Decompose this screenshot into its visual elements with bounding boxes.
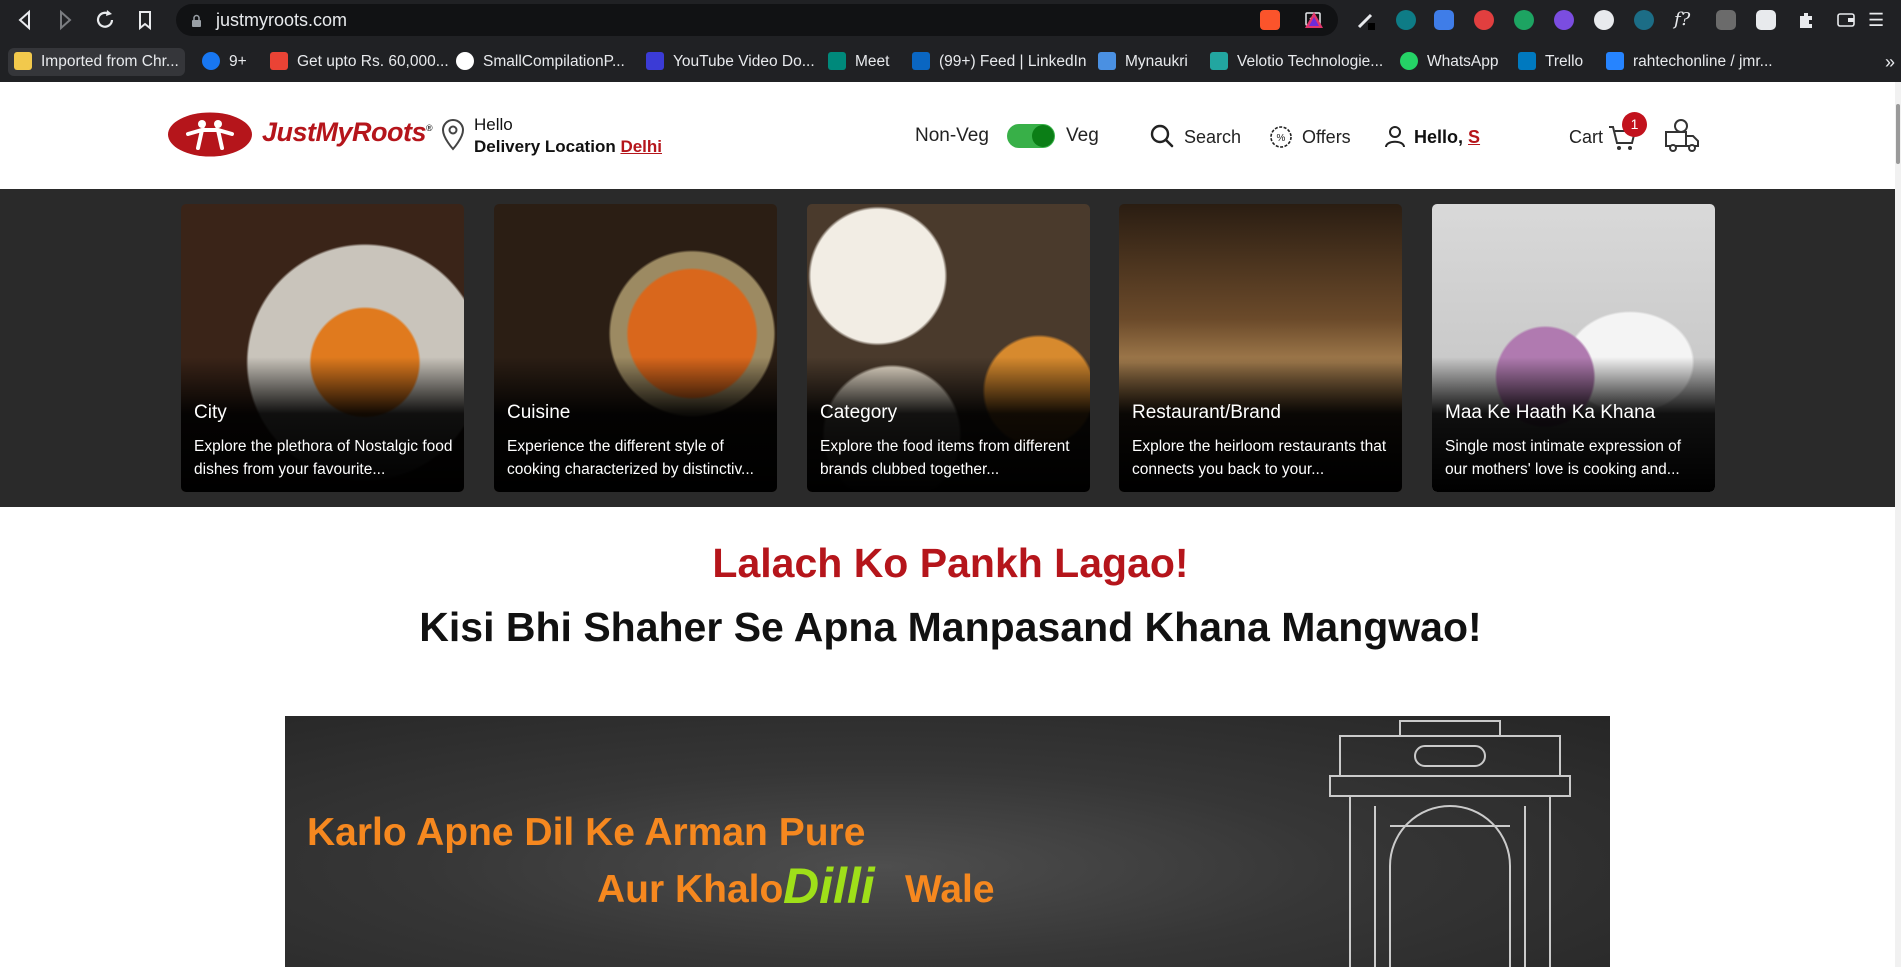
red-extension-icon[interactable] [1474, 10, 1494, 30]
ring-extension-icon[interactable] [1396, 10, 1416, 30]
category-card-cuisine[interactable]: Cuisine Experience the different style o… [494, 204, 777, 492]
bookmark-item[interactable]: Velotio Technologie... [1210, 48, 1383, 76]
gmail-icon [270, 52, 288, 70]
logo-icon[interactable] [168, 112, 253, 157]
delivery-location[interactable]: Delivery Location Delhi [474, 137, 662, 157]
facebook-icon [202, 52, 220, 70]
gray-extension-icon[interactable] [1716, 10, 1736, 30]
user-greeting[interactable]: Hello, S [1414, 127, 1480, 148]
bookmark-item[interactable]: Trello [1518, 48, 1583, 76]
svg-text:%: % [1277, 133, 1286, 144]
promo-banner[interactable]: Karlo Apne Dil Ke Arman Pure Aur Khalo D… [285, 716, 1610, 967]
address-bar[interactable]: justmyroots.com [176, 4, 1338, 36]
github-icon [456, 52, 474, 70]
cart-count-badge: 1 [1622, 112, 1647, 137]
bookmarks-bar: Imported from Chr... 9+ Get upto Rs. 60,… [0, 42, 1901, 82]
category-description: Single most intimate expression of our m… [1445, 438, 1682, 478]
bookmark-item[interactable]: (99+) Feed | LinkedIn [912, 48, 1087, 76]
delivery-city-link[interactable]: Delhi [620, 137, 662, 156]
pen-extension-icon[interactable] [1356, 10, 1376, 30]
category-band: City Explore the plethora of Nostalgic f… [0, 189, 1901, 507]
category-card-restaurant[interactable]: Restaurant/Brand Explore the heirloom re… [1119, 204, 1402, 492]
meet-icon [828, 52, 846, 70]
bookmark-item[interactable]: Meet [828, 48, 889, 76]
category-title: Category [820, 402, 898, 423]
registered-mark: ® [426, 123, 433, 133]
page-scrollbar[interactable] [1895, 82, 1901, 967]
naukri-icon [1098, 52, 1116, 70]
offers-link[interactable]: Offers [1302, 127, 1351, 148]
browser-chrome: justmyroots.com f? ☰ Imported from Chr..… [0, 0, 1901, 82]
search-icon[interactable] [1149, 123, 1175, 149]
category-description: Explore the plethora of Nostalgic food d… [194, 438, 453, 478]
veg-label: Veg [1066, 125, 1099, 146]
bookmark-item[interactable]: SmallCompilationP... [456, 48, 625, 76]
location-greeting: Hello [474, 115, 513, 134]
category-description: Experience the different style of cookin… [507, 438, 754, 478]
banner-line-2a: Aur Khalo [597, 868, 784, 911]
logo-text[interactable]: JustMyRoots® [262, 117, 433, 148]
plus-extension-icon[interactable] [1514, 10, 1534, 30]
category-description: Explore the food items from different br… [820, 438, 1070, 478]
bitbucket-icon [1606, 52, 1624, 70]
bookmark-item[interactable]: Imported from Chr... [8, 48, 185, 76]
folder-icon [14, 52, 32, 70]
more-bookmarks-icon[interactable]: » [1885, 48, 1895, 76]
brave-shield-icon[interactable] [1260, 10, 1280, 30]
forward-icon[interactable] [52, 7, 78, 33]
brave-rewards-icon[interactable] [1304, 10, 1324, 30]
url-text: justmyroots.com [216, 10, 348, 30]
bookmark-item[interactable]: Mynaukri [1098, 48, 1188, 76]
user-initial[interactable]: S [1468, 127, 1480, 147]
category-card-city[interactable]: City Explore the plethora of Nostalgic f… [181, 204, 464, 492]
search-link[interactable]: Search [1184, 127, 1241, 148]
trello-icon [1518, 52, 1536, 70]
puzzle-icon[interactable] [1796, 10, 1816, 30]
hero-tagline-primary: Lalach Ko Pankh Lagao! [712, 540, 1189, 586]
category-card-maa-ke-haath[interactable]: Maa Ke Haath Ka Khana Single most intima… [1432, 204, 1715, 492]
banner-line-1: Karlo Apne Dil Ke Arman Pure [307, 811, 866, 854]
location-pin-icon[interactable] [440, 118, 466, 152]
wallet-icon[interactable] [1836, 10, 1856, 30]
bookmark-item[interactable]: 9+ [202, 48, 247, 76]
bookmark-item[interactable]: Get upto Rs. 60,000... [270, 48, 449, 76]
user-icon[interactable] [1382, 124, 1408, 150]
bookmark-item[interactable]: WhatsApp [1400, 48, 1499, 76]
reload-icon[interactable] [92, 7, 118, 33]
velotio-icon [1210, 52, 1228, 70]
menu-icon[interactable]: ☰ [1868, 10, 1888, 30]
back-icon[interactable] [12, 7, 38, 33]
nonveg-label: Non-Veg [915, 125, 989, 146]
purple-extension-icon[interactable] [1554, 10, 1574, 30]
toggle-knob [1032, 125, 1054, 147]
hero-tagline-secondary: Kisi Bhi Shaher Se Apna Manpasand Khana … [419, 604, 1482, 650]
site-header: JustMyRoots® Hello Delivery Location Del… [0, 82, 1901, 189]
video-download-icon [646, 52, 664, 70]
cart-link[interactable]: Cart [1569, 127, 1603, 148]
offers-icon[interactable]: % [1268, 124, 1294, 150]
category-description: Explore the heirloom restaurants that co… [1132, 438, 1387, 478]
linkedin-icon [912, 52, 930, 70]
veg-toggle[interactable] [1007, 124, 1055, 148]
b-extension-icon[interactable] [1756, 10, 1776, 30]
screenshot-extension-icon[interactable] [1434, 10, 1454, 30]
banner-line-2b: Wale [905, 868, 995, 911]
category-title: Cuisine [507, 402, 571, 423]
category-card-category[interactable]: Category Explore the food items from dif… [807, 204, 1090, 492]
formula-extension-icon[interactable]: f? [1674, 10, 1694, 30]
bookmark-item[interactable]: rahtechonline / jmr... [1606, 48, 1773, 76]
bookmark-item[interactable]: YouTube Video Do... [646, 48, 815, 76]
category-title: City [194, 402, 227, 423]
banner-highlight: Dilli [783, 858, 875, 914]
delivery-truck-icon[interactable] [1663, 118, 1701, 154]
category-title: Maa Ke Haath Ka Khana [1445, 402, 1656, 423]
india-gate-sketch-icon [1270, 716, 1610, 967]
lock-icon [191, 12, 202, 27]
scrollbar-thumb[interactable] [1896, 104, 1900, 164]
bookmark-icon[interactable] [132, 7, 158, 33]
category-title: Restaurant/Brand [1132, 402, 1281, 423]
react-devtools-icon[interactable] [1634, 10, 1654, 30]
json-extension-icon[interactable] [1594, 10, 1614, 30]
whatsapp-icon [1400, 52, 1418, 70]
